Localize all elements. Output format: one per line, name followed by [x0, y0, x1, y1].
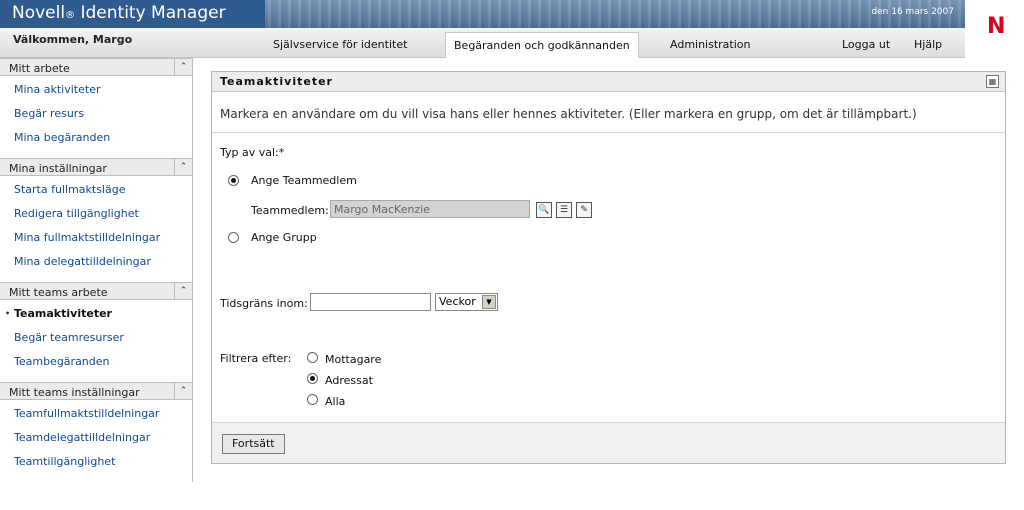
radio-team-member[interactable] — [228, 175, 239, 186]
section-title: Mina inställningar — [9, 162, 107, 175]
time-unit-value: Veckor — [439, 295, 476, 308]
team-tasks-panel: Teamaktiviteter ▦ Markera en användare o… — [211, 71, 1006, 464]
current-date: den 16 mars 2007 — [871, 7, 954, 17]
team-member-label: Teammedlem: — [251, 204, 329, 217]
filter-label: Filtrera efter: — [220, 352, 292, 365]
radio-filter-all[interactable] — [307, 394, 318, 405]
panel-header: Teamaktiviteter ▦ — [212, 72, 1005, 92]
radio-group[interactable] — [228, 232, 239, 243]
collapse-icon[interactable]: ⌃ — [174, 282, 192, 300]
sidebar-item-proxy-assignments[interactable]: Mina fullmaktstilldelningar — [0, 228, 192, 252]
sidebar-item-proxy-mode[interactable]: Starta fullmaktsläge — [0, 180, 192, 204]
header-band: Novell® Identity Manager den 16 mars 200… — [0, 0, 1024, 28]
tab-administration[interactable]: Administration — [670, 38, 751, 51]
radio-filter-addressee[interactable] — [307, 373, 318, 384]
section-title: Mitt arbete — [9, 62, 70, 75]
divider — [212, 132, 1005, 133]
collapse-icon[interactable]: ⌃ — [174, 158, 192, 176]
reset-edit-icon[interactable]: ✎ — [576, 202, 592, 218]
page-title: Teamaktiviteter — [220, 75, 333, 88]
top-navigation: Välkommen, Margo Självservice för identi… — [0, 28, 965, 58]
chevron-down-icon[interactable]: ▼ — [482, 295, 496, 309]
sidebar-item-my-requests[interactable]: Mina begäranden — [0, 128, 192, 152]
collapse-icon[interactable]: ⌃ — [174, 382, 192, 400]
filter-recipient-label: Mottagare — [325, 353, 382, 366]
sidebar-item-team-tasks[interactable]: Teamaktiviteter — [0, 304, 192, 328]
collapse-icon[interactable]: ⌃ — [174, 58, 192, 76]
radio-team-member-label: Ange Teammedlem — [251, 174, 357, 187]
search-icon[interactable]: 🔍 — [536, 202, 552, 218]
time-unit-select[interactable]: Veckor ▼ — [435, 293, 498, 311]
section-title: Mitt teams arbete — [9, 286, 108, 299]
selection-type-label: Typ av val:* — [220, 146, 285, 159]
sidebar-item-edit-availability[interactable]: Redigera tillgänglighet — [0, 204, 192, 228]
help-link[interactable]: Hjälp — [914, 38, 942, 51]
brand-registered-mark: ® — [65, 10, 76, 21]
time-limit-label: Tidsgräns inom: — [220, 297, 308, 310]
instructions-text: Markera en användare om du vill visa han… — [220, 107, 917, 121]
welcome-text: Välkommen, Margo — [13, 33, 133, 46]
sidebar-section-my-settings: Mina inställningar ⌃ — [0, 158, 193, 176]
continue-button[interactable]: Fortsätt — [222, 434, 285, 454]
sidebar-item-delegate-assignments[interactable]: Mina delegattilldelningar — [0, 252, 192, 276]
sidebar-item-team-availability[interactable]: Teamtillgänglighet — [0, 452, 192, 476]
panel-footer: Fortsätt — [212, 422, 1005, 463]
panel-menu-icon[interactable]: ▦ — [986, 75, 999, 88]
sidebar-item-team-delegate-assignments[interactable]: Teamdelegattilldelningar — [0, 428, 192, 452]
logout-link[interactable]: Logga ut — [842, 38, 890, 51]
sidebar-item-request-resource[interactable]: Begär resurs — [0, 104, 192, 128]
time-limit-input[interactable] — [310, 293, 431, 311]
sidebar-item-my-tasks[interactable]: Mina aktiviteter — [0, 80, 192, 104]
novell-logo: N — [965, 0, 1024, 58]
product-name: Identity Manager — [80, 3, 226, 23]
sidebar-section-my-work: Mitt arbete ⌃ — [0, 58, 193, 76]
novell-n-icon: N — [987, 14, 1006, 39]
sidebar: Mitt arbete ⌃ Mina aktiviteter Begär res… — [0, 58, 193, 482]
radio-group-label: Ange Grupp — [251, 231, 317, 244]
header-pattern — [265, 0, 965, 28]
brand-name: Novell — [12, 3, 66, 23]
section-title: Mitt teams inställningar — [9, 386, 140, 399]
sidebar-section-team-settings: Mitt teams inställningar ⌃ — [0, 382, 193, 400]
tab-requests-approvals[interactable]: Begäranden och godkännanden — [445, 32, 639, 58]
product-brand: Novell® Identity Manager — [0, 0, 265, 28]
sidebar-item-request-team-resources[interactable]: Begär teamresurser — [0, 328, 192, 352]
radio-filter-recipient[interactable] — [307, 352, 318, 363]
tab-self-service[interactable]: Självservice för identitet — [273, 38, 407, 51]
filter-addressee-label: Adressat — [325, 374, 373, 387]
filter-all-label: Alla — [325, 395, 346, 408]
team-member-field — [330, 200, 530, 218]
sidebar-item-team-proxy-assignments[interactable]: Teamfullmaktstilldelningar — [0, 404, 192, 428]
sidebar-section-team-work: Mitt teams arbete ⌃ — [0, 282, 193, 300]
history-list-icon[interactable]: ☰ — [556, 202, 572, 218]
sidebar-item-team-requests[interactable]: Teambegäranden — [0, 352, 192, 376]
